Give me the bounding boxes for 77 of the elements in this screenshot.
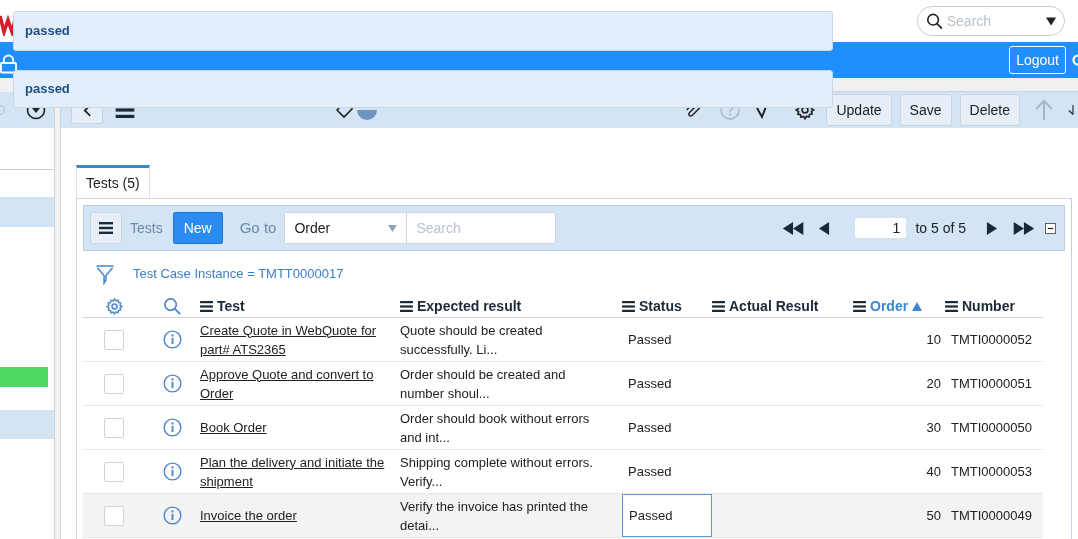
grid-title: Tests [130, 218, 163, 238]
table-cell-text: TMTI0000052 [950, 330, 1033, 349]
table-cell-text: Shipping complete without errors. Verify... [400, 453, 594, 491]
table-cell-text: TMTI0000053 [950, 462, 1033, 481]
toolbar-button[interactable]: Delete [959, 94, 1020, 126]
table-cell-text: TMTI0000051 [950, 374, 1033, 393]
info-icon[interactable] [163, 418, 182, 437]
badge-icon [357, 110, 377, 120]
column-header[interactable]: Expected result [417, 295, 522, 317]
last-page-icon[interactable] [1011, 221, 1035, 235]
table-cell-text: Order should book without errors and int... [400, 409, 591, 447]
menu-icon [99, 222, 113, 234]
dropdown-caret-icon[interactable] [1045, 16, 1056, 26]
column-header[interactable]: Actual Result [729, 295, 819, 317]
status-cell[interactable]: Passed [622, 318, 712, 361]
test-link[interactable]: Book Order [200, 418, 400, 437]
checkbox[interactable] [104, 417, 124, 438]
toolbar-button[interactable]: Update [826, 94, 892, 126]
go-to-select[interactable]: Order [284, 212, 408, 244]
table-cell-text: TMTI0000050 [950, 418, 1033, 437]
checkbox[interactable] [104, 461, 124, 482]
table-cell-text: Quote should be created successfully. Li... [400, 321, 544, 359]
column-header[interactable]: Test [217, 295, 245, 317]
search-field[interactable]: Search [946, 10, 1043, 32]
table-row[interactable]: Invoice the order Verify the invoice has printed the detai... Passed 50 TMTI0000049 [83, 494, 1043, 538]
table-cell-text: 30 [925, 418, 942, 437]
status-cell[interactable]: Passed [622, 362, 712, 405]
page-range: to 5 of 5 [915, 218, 966, 238]
search-icon[interactable] [163, 296, 182, 316]
filter-text[interactable]: Test Case Instance = TMTT0000017 [133, 264, 344, 284]
sort-ascending-icon [912, 301, 923, 311]
status-cell[interactable]: Passed [622, 494, 712, 537]
page-field[interactable]: 1 [855, 218, 907, 238]
test-link[interactable]: Invoice the order [200, 506, 400, 525]
suggestion-menu[interactable]: passed [13, 11, 833, 51]
info-icon[interactable] [163, 330, 182, 349]
search-icon [926, 11, 944, 31]
checkbox[interactable] [104, 373, 124, 394]
go-to-label: Go to [239, 217, 277, 238]
status-cell[interactable]: Passed [622, 450, 712, 493]
column-menu-icon [712, 300, 725, 312]
filter-icon[interactable] [95, 263, 115, 285]
info-icon[interactable] [163, 374, 182, 393]
suggestion-menu[interactable]: passed [13, 70, 833, 108]
table-cell-text: 50 [925, 506, 942, 525]
table-cell-text: Verify the invoice has printed the detai... [400, 497, 589, 535]
next-page-icon[interactable] [986, 221, 997, 235]
column-menu-icon [853, 300, 866, 312]
tab[interactable]: Tests (5) [76, 165, 150, 198]
column-menu-icon [945, 300, 958, 312]
test-link[interactable]: Approve Quote and convert to Order [200, 364, 400, 403]
column-menu-icon [622, 300, 635, 312]
column-menu-icon [400, 300, 413, 312]
checkbox[interactable] [104, 505, 124, 526]
table-cell-text: 40 [925, 462, 942, 481]
search-field[interactable]: Search [407, 212, 557, 244]
info-icon[interactable] [163, 462, 182, 481]
column-header[interactable]: Order [870, 295, 909, 317]
test-link[interactable]: Plan the delivery and initiate the shipment [200, 452, 400, 491]
table-cell-text: 20 [925, 374, 942, 393]
collapse-icon[interactable] [1045, 222, 1056, 234]
table-cell-text: TMTI0000049 [950, 506, 1033, 525]
checkbox[interactable] [104, 329, 124, 350]
info-icon[interactable] [163, 506, 182, 525]
status-cell[interactable]: Passed [622, 406, 712, 449]
column-header[interactable]: Number [962, 295, 1015, 317]
toolbar-button[interactable]: Save [899, 94, 952, 126]
menu-button[interactable] [90, 212, 122, 244]
column-header[interactable]: Status [639, 295, 682, 317]
progress-strip [0, 367, 48, 387]
table-cell-text: 10 [925, 330, 942, 349]
dropdown-caret-icon [388, 224, 398, 232]
lock-icon[interactable] [0, 54, 17, 74]
column-menu-icon [200, 300, 213, 312]
previous-page-icon[interactable] [819, 221, 831, 235]
table-cell-text: Order should be created and number shoul... [400, 365, 567, 403]
test-link[interactable]: Create Quote in WebQuote for part# ATS2365 [200, 320, 400, 359]
